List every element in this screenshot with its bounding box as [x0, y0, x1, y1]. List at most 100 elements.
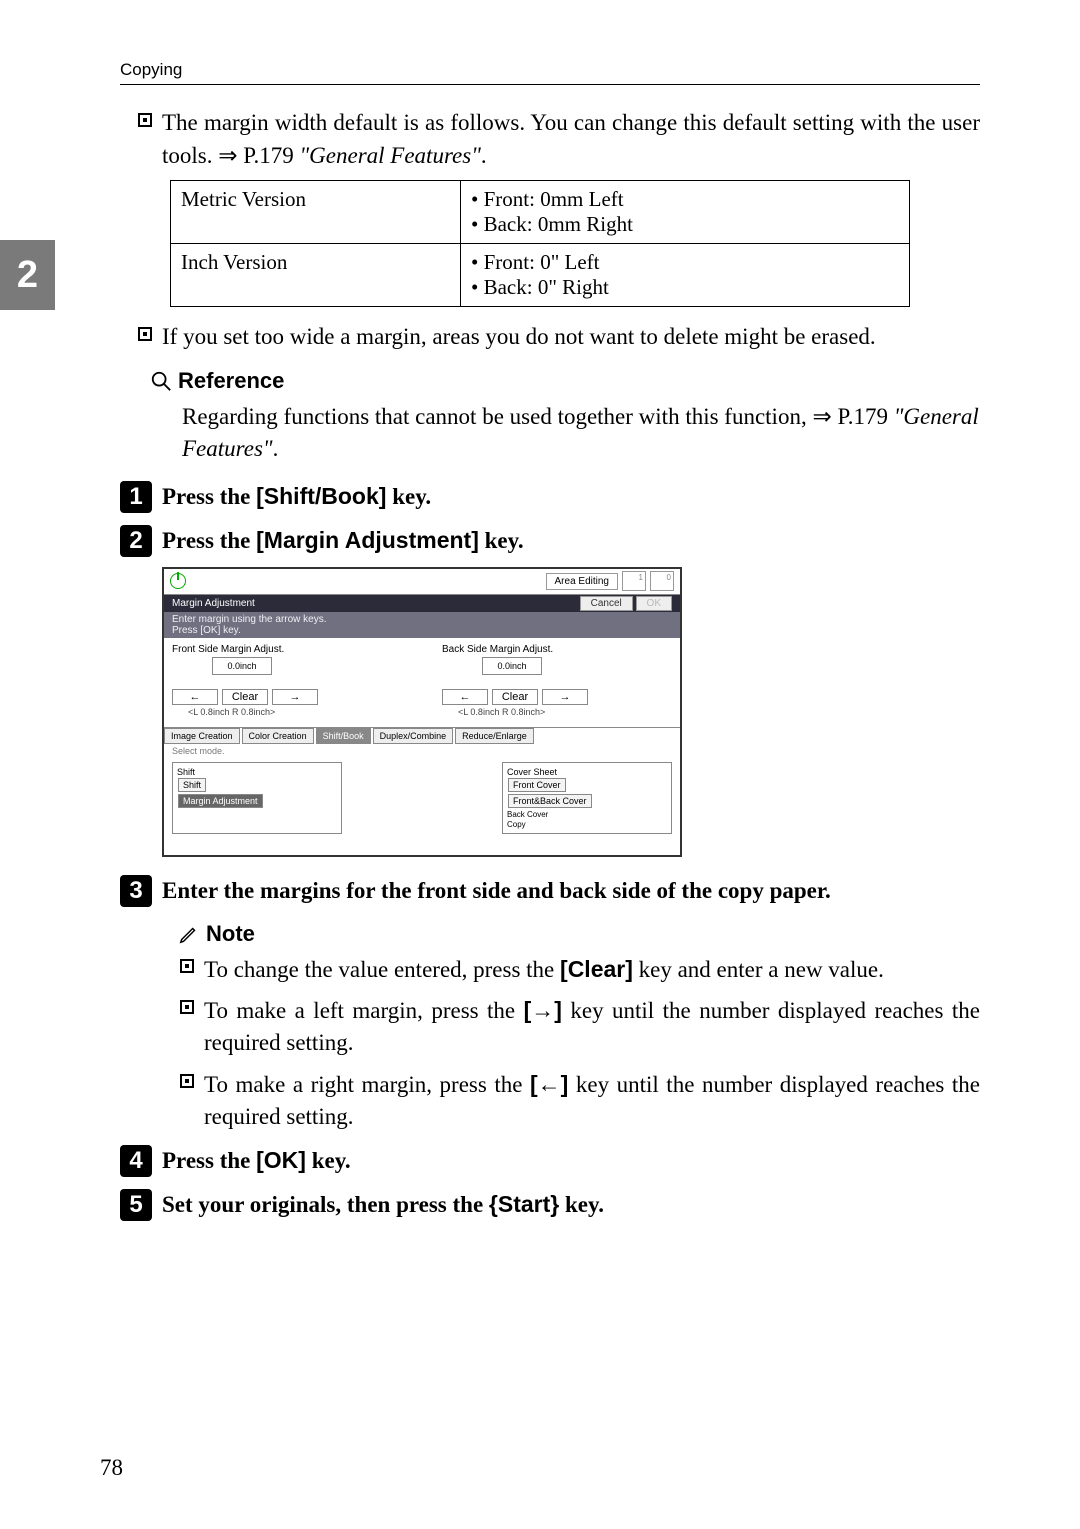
bullet-icon	[180, 1000, 194, 1014]
step1-pre: Press the	[162, 484, 256, 509]
note-item: To make a left margin, press the [→] key…	[180, 994, 980, 1059]
step-number-icon: 4	[120, 1145, 152, 1177]
instruction-text: Enter margin using the arrow keys. Press…	[164, 612, 680, 638]
step-number-icon: 5	[120, 1189, 152, 1221]
note-bullet-wide-margin: If you set too wide a margin, areas you …	[138, 321, 980, 353]
step4-post: key.	[306, 1148, 351, 1173]
step2-post: key.	[479, 528, 524, 553]
note2-key: [←]	[530, 1071, 568, 1097]
para1-dot: .	[481, 143, 487, 168]
range-text: <L 0.8inch R 0.8inch>	[188, 707, 402, 717]
clear-button[interactable]: Clear	[222, 689, 268, 705]
power-icon[interactable]	[170, 573, 186, 589]
panel-title: Cover Sheet	[507, 767, 667, 777]
cell-label: Metric Version	[171, 181, 461, 244]
ref-dot: .	[273, 436, 279, 461]
table-row: Inch Version Front: 0" Left Back: 0" Rig…	[171, 244, 910, 307]
header-section: Copying	[120, 60, 182, 79]
tab-duplex-combine[interactable]: Duplex/Combine	[373, 728, 454, 744]
front-margin-value: 0.0inch	[212, 657, 272, 675]
running-header: Copying	[120, 60, 980, 85]
arrow-icon: ⇒	[812, 403, 831, 429]
tab-reduce-enlarge[interactable]: Reduce/Enlarge	[455, 728, 534, 744]
counter-badge: 1	[622, 571, 646, 591]
step5-pre: Set your originals, then press the	[162, 1192, 489, 1217]
front-back-cover-button[interactable]: Front&Back Cover	[508, 794, 592, 808]
step5-key-close: }	[550, 1191, 559, 1217]
step-4: 4 Press the [OK] key.	[120, 1145, 980, 1177]
magnifier-icon	[150, 370, 172, 392]
arrow-icon: ⇒	[218, 142, 237, 168]
left-arrow-button[interactable]: ←	[442, 689, 488, 705]
margin-adjustment-button[interactable]: Margin Adjustment	[178, 794, 263, 808]
note-item: To change the value entered, press the […	[180, 953, 980, 986]
step1-post: key.	[386, 484, 431, 509]
shift-button[interactable]: Shift	[178, 778, 206, 792]
bullet-icon	[180, 1074, 194, 1088]
note1-key: [→]	[524, 997, 562, 1023]
table-row: Metric Version Front: 0mm Left Back: 0mm…	[171, 181, 910, 244]
right-arrow-button[interactable]: →	[272, 689, 318, 705]
left-arrow-button[interactable]: ←	[172, 689, 218, 705]
list-item: Back: 0mm Right	[471, 212, 899, 237]
front-margin-label: Front Side Margin Adjust.	[172, 644, 402, 655]
tab-shift-book[interactable]: Shift/Book	[316, 728, 371, 744]
step-5: 5 Set your originals, then press the {St…	[120, 1189, 980, 1221]
bullet-icon	[138, 327, 152, 341]
step5-post: key.	[559, 1192, 604, 1217]
bullet-icon	[138, 113, 152, 127]
cell-values: Front: 0mm Left Back: 0mm Right	[461, 181, 910, 244]
step4-pre: Press the	[162, 1148, 256, 1173]
cancel-button[interactable]: Cancel	[580, 596, 633, 611]
step-3: 3 Enter the margins for the front side a…	[120, 875, 980, 907]
ref-b: P.179	[832, 404, 894, 429]
front-cover-button[interactable]: Front Cover	[508, 778, 566, 792]
tab-image-creation[interactable]: Image Creation	[164, 728, 240, 744]
counter-badge: 0	[650, 571, 674, 591]
note0-pre: To change the value entered, press the	[204, 957, 560, 982]
step-2: 2 Press the [Margin Adjustment] key.	[120, 525, 980, 557]
step4-key: [OK]	[256, 1147, 306, 1173]
defaults-table: Metric Version Front: 0mm Left Back: 0mm…	[170, 180, 910, 307]
ref-a: Regarding functions that cannot be used …	[182, 404, 812, 429]
step-number-icon: 2	[120, 525, 152, 557]
chapter-tab: 2	[0, 240, 55, 310]
ui-screenshot: Area Editing 1 0 Margin Adjustment Cance…	[162, 567, 682, 857]
step2-key: [Margin Adjustment]	[256, 527, 479, 553]
step2-pre: Press the	[162, 528, 256, 553]
note-item: To make a right margin, press the [←] ke…	[180, 1068, 980, 1133]
shift-panel: Shift Shift Margin Adjustment	[172, 762, 342, 834]
dialog-title: Margin Adjustment	[172, 598, 255, 609]
step5-key: Start	[498, 1191, 550, 1217]
panel-title: Shift	[177, 767, 337, 777]
reference-body: Regarding functions that cannot be used …	[182, 400, 980, 465]
reference-heading: Reference	[150, 368, 980, 394]
para2-text: If you set too wide a margin, areas you …	[162, 321, 980, 353]
note2-pre: To make a right margin, press the	[204, 1072, 530, 1097]
cell-values: Front: 0" Left Back: 0" Right	[461, 244, 910, 307]
right-arrow-button[interactable]: →	[542, 689, 588, 705]
note0-post: key and enter a new value.	[633, 957, 884, 982]
reference-label: Reference	[178, 368, 284, 394]
area-editing-button[interactable]: Area Editing	[546, 573, 618, 590]
note1-pre: To make a left margin, press the	[204, 998, 524, 1023]
note0-key: [Clear]	[560, 956, 633, 982]
note-bullet-default: The margin width default is as follows. …	[138, 107, 980, 172]
step-number-icon: 3	[120, 875, 152, 907]
cell-label: Inch Version	[171, 244, 461, 307]
list-item: Front: 0" Left	[471, 250, 899, 275]
step-1: 1 Press the [Shift/Book] key.	[120, 481, 980, 513]
list-item: Front: 0mm Left	[471, 187, 899, 212]
note-label: Note	[206, 921, 255, 947]
back-cover-copy-label: Back Cover Copy	[507, 810, 548, 829]
para1-b: P.179	[238, 143, 300, 168]
step5-key-open: {	[489, 1191, 498, 1217]
tab-color-creation[interactable]: Color Creation	[242, 728, 314, 744]
page-number: 78	[100, 1455, 123, 1481]
back-margin-label: Back Side Margin Adjust.	[442, 644, 672, 655]
bullet-icon	[180, 959, 194, 973]
para1-ref: "General Features"	[300, 143, 481, 168]
back-margin-value: 0.0inch	[482, 657, 542, 675]
clear-button[interactable]: Clear	[492, 689, 538, 705]
ok-button[interactable]: OK	[636, 596, 672, 611]
